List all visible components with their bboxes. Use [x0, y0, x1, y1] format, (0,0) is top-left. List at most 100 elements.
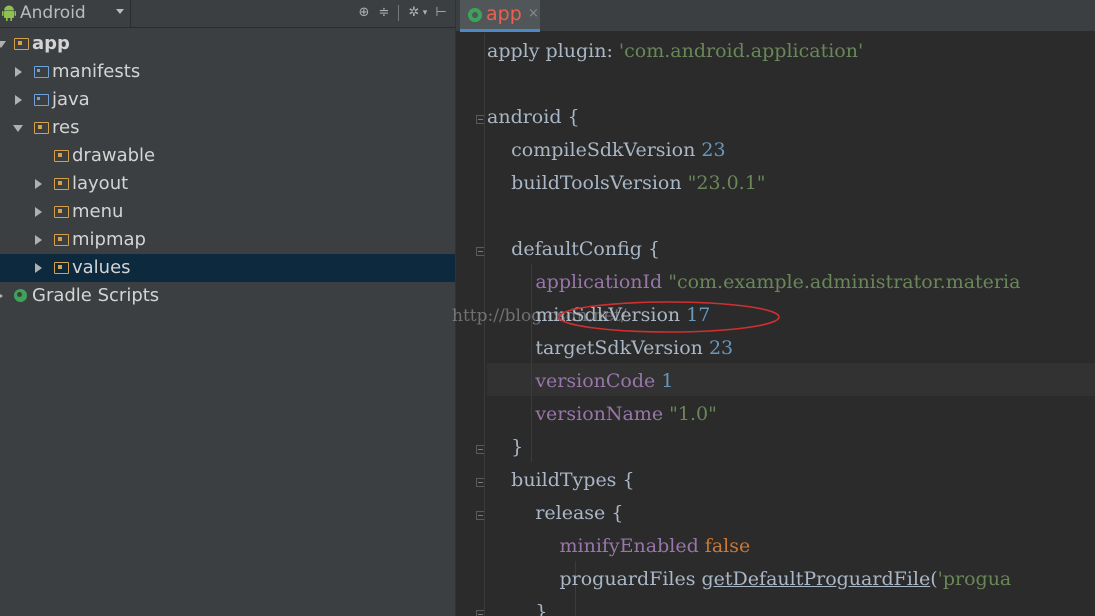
tree-item-java[interactable]: java: [0, 86, 455, 114]
editor-tab-bar: app ×: [456, 0, 1095, 32]
gradle-icon: [14, 289, 27, 302]
project-toolbar: Android ⊕ ≑ ✲ ▾ ⊢: [0, 0, 455, 28]
code-line: targetSdkVersion 23: [487, 332, 733, 365]
tree-item-label: app: [32, 33, 70, 54]
code-token-plain: }: [487, 436, 524, 458]
code-line: apply plugin: 'com.android.application': [487, 35, 863, 68]
expand-arrow-icon[interactable]: [13, 125, 23, 132]
expand-arrow-icon[interactable]: [0, 41, 6, 48]
resource-folder-icon: [54, 206, 69, 218]
expand-arrow-icon[interactable]: [35, 235, 42, 245]
code-token-property: versionCode: [535, 370, 662, 392]
code-token-number: 23: [708, 337, 734, 359]
module-folder-icon: [14, 38, 29, 50]
tree-item-gradle-scripts[interactable]: Gradle Scripts: [0, 282, 455, 310]
collapse-icon[interactable]: ≑: [375, 5, 393, 21]
expand-arrow-icon[interactable]: [35, 207, 42, 217]
tree-item-app[interactable]: app: [0, 30, 455, 58]
tree-item-manifests[interactable]: manifests: [0, 58, 455, 86]
project-panel: Android ⊕ ≑ ✲ ▾ ⊢ app manifests java res…: [0, 0, 455, 616]
code-token-number: 23: [701, 139, 726, 161]
toolbar-separator: [398, 5, 399, 21]
code-token-plain: compileSdkVersion: [487, 139, 702, 161]
code-token-plain: android {: [487, 106, 580, 128]
tree-item-layout[interactable]: layout: [0, 170, 455, 198]
code-token-property: applicationId: [535, 271, 669, 293]
code-token-plain: (: [930, 568, 938, 590]
tab-label: app: [486, 3, 522, 25]
gear-dropdown-icon[interactable]: ▾: [420, 5, 430, 21]
code-token-property: minifyEnabled: [559, 535, 705, 557]
code-line: versionName "1.0": [487, 398, 717, 431]
code-token-plain: buildTypes {: [487, 469, 635, 491]
code-token-string: "1.0": [669, 403, 717, 425]
code-line: proguardFiles getDefaultProguardFile('pr…: [487, 563, 1011, 596]
folder-icon: [34, 66, 49, 78]
code-line: release {: [487, 497, 623, 530]
code-line: }: [487, 596, 547, 616]
code-line: applicationId "com.example.administrator…: [487, 266, 1020, 299]
code-token-plain: release {: [487, 502, 624, 524]
code-token-string: "23.0.1": [687, 172, 766, 194]
toolbar-divider: [130, 0, 131, 28]
tree-item-label: values: [72, 257, 131, 278]
code-token-keyword: false: [704, 535, 751, 557]
view-selector[interactable]: Android: [20, 3, 86, 23]
folder-icon: [34, 94, 49, 106]
close-icon[interactable]: ×: [528, 6, 539, 21]
resource-folder-icon: [54, 234, 69, 246]
chevron-down-icon[interactable]: [116, 9, 124, 14]
code-token-plain: targetSdkVersion: [487, 337, 709, 359]
tree-item-label: Gradle Scripts: [32, 285, 160, 306]
sync-icon[interactable]: ⊕: [355, 5, 373, 21]
tree-item-label: mipmap: [72, 229, 146, 250]
code-line: buildToolsVersion "23.0.1": [487, 167, 766, 200]
tab-app[interactable]: app ×: [460, 0, 540, 32]
code-token-method: getDefaultProguardFile: [701, 568, 931, 590]
tree-item-label: java: [52, 89, 90, 110]
tree-item-label: drawable: [72, 145, 156, 166]
code-token-property: versionName: [535, 403, 670, 425]
code-line: versionCode 1: [487, 365, 673, 398]
tree-item-label: manifests: [52, 61, 141, 82]
expand-arrow-icon[interactable]: [15, 67, 22, 77]
resource-folder-icon: [34, 122, 49, 134]
code-line: android {: [487, 101, 580, 134]
annotation-ellipse: [558, 301, 780, 333]
code-token-string: 'com.android.application': [618, 40, 864, 62]
code-token-number: 1: [661, 370, 674, 392]
resource-folder-icon: [54, 262, 69, 274]
code-line: compileSdkVersion 23: [487, 134, 726, 167]
expand-arrow-icon[interactable]: [0, 291, 3, 301]
resource-folder-icon: [54, 178, 69, 190]
resource-folder-icon: [54, 150, 69, 162]
tree-item-label: menu: [72, 201, 124, 222]
tree-item-res[interactable]: res: [0, 114, 455, 142]
tree-item-mipmap[interactable]: mipmap: [0, 226, 455, 254]
code-line: minifyEnabled false: [487, 530, 750, 563]
tree-item-menu[interactable]: menu: [0, 198, 455, 226]
android-icon: [2, 5, 16, 21]
expand-arrow-icon[interactable]: [35, 179, 42, 189]
code-token-plain: buildToolsVersion: [487, 172, 688, 194]
code-token-plain: }: [487, 601, 548, 616]
tree-item-drawable[interactable]: drawable: [0, 142, 455, 170]
code-token-plain: defaultConfig {: [487, 238, 661, 260]
expand-arrow-icon[interactable]: [15, 95, 22, 105]
pin-icon[interactable]: ⊢: [432, 5, 450, 21]
code-token-string: "com.example.administrator.materia: [668, 271, 1021, 293]
gradle-icon: [468, 8, 482, 22]
code-line: }: [487, 431, 523, 464]
code-token-string: 'progua: [937, 568, 1012, 590]
code-line: buildTypes {: [487, 464, 635, 497]
tree-item-values[interactable]: values: [0, 254, 455, 282]
code-token-plain: proguardFiles: [487, 568, 702, 590]
code-line: defaultConfig {: [487, 233, 660, 266]
tree-item-label: res: [52, 117, 80, 138]
tree-item-label: layout: [72, 173, 129, 194]
expand-arrow-icon[interactable]: [35, 263, 42, 273]
code-token-plain: apply plugin:: [487, 40, 619, 62]
